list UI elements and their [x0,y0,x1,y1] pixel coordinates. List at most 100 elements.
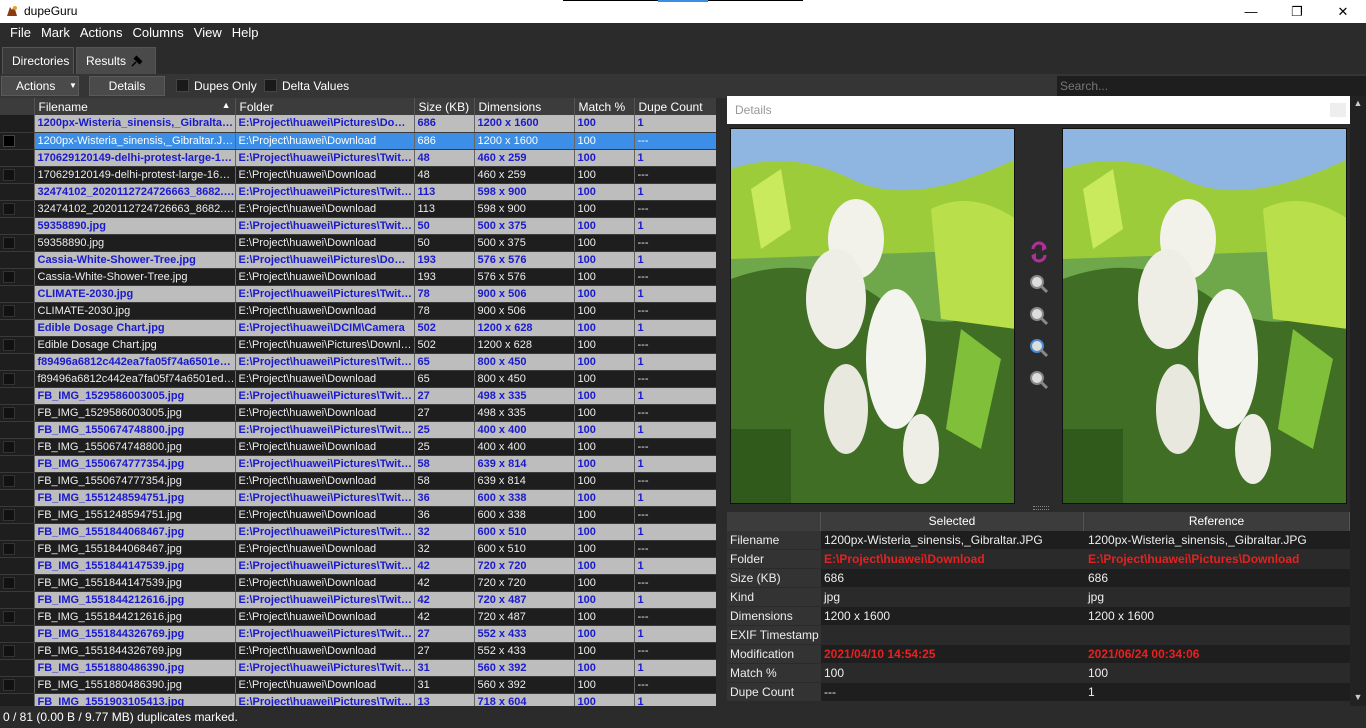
row-mark-checkbox[interactable] [3,542,15,555]
table-row[interactable]: CLIMATE-2030.jpg E:\Project\huawei\Pictur… [0,285,716,303]
row-mark-checkbox[interactable] [3,236,15,249]
cell-dupe-count: 1 [634,353,716,371]
details-button[interactable]: Details [89,76,165,96]
table-row[interactable]: FB_IMG_1551844326769.jpg E:\Project\huawe… [0,642,716,660]
actions-dropdown-button[interactable]: Actions ▼ [1,76,79,96]
column-header-size[interactable]: Size (KB) [414,98,475,115]
column-header-dimensions[interactable]: Dimensions [474,98,575,115]
row-mark-checkbox[interactable] [3,304,15,317]
table-row[interactable]: 170629120149-delhi-protest-large-169.jpg… [0,149,716,167]
minimize-icon[interactable]: — [1228,0,1274,23]
row-mark-checkbox[interactable] [3,270,15,283]
cell-dimensions: 600 x 338 [474,489,575,507]
table-row[interactable]: FB_IMG_1551248594751.jpg E:\Project\huawe… [0,489,716,507]
column-header-filename[interactable]: Filename ▲ [34,98,236,115]
dupes-only-checkbox[interactable] [176,79,189,92]
table-row[interactable]: FB_IMG_1551903105413.jpg E:\Project\huawe… [0,693,716,706]
table-row[interactable]: f89496a6812c442ea7fa05f74a6501ed.jpg E:\P… [0,353,716,371]
cell-filename: FB_IMG_1551880486390.jpg [34,659,236,677]
scroll-down-icon[interactable]: ▼ [1353,692,1363,702]
cell-dimensions: 639 x 814 [474,472,575,490]
row-mark-checkbox[interactable] [3,508,15,521]
row-mark-checkbox[interactable] [3,338,15,351]
cell-folder: E:\Project\huawei\Pictures\Twitter [235,149,415,167]
table-row[interactable]: 59358890.jpg E:\Project\huawei\Download 50… [0,234,716,252]
table-row[interactable]: FB_IMG_1551844068467.jpg E:\Project\huawe… [0,523,716,541]
delta-values-checkbox[interactable] [264,79,277,92]
table-row[interactable]: FB_IMG_1551844147539.jpg E:\Project\huawe… [0,574,716,592]
menu-mark[interactable]: Mark [31,23,70,43]
table-row[interactable]: FB_IMG_1550674777354.jpg E:\Project\huawe… [0,455,716,473]
zoom-in-icon[interactable] [1028,273,1050,295]
table-row[interactable]: CLIMATE-2030.jpg E:\Project\huawei\Downlo… [0,302,716,320]
details-scrollbar[interactable]: ▲ ▼ [1350,96,1366,706]
zoom-best-fit-icon[interactable] [1028,369,1050,391]
table-row[interactable]: FB_IMG_1550674748800.jpg E:\Project\huawe… [0,438,716,456]
cell-match: 100 [574,455,635,473]
table-row[interactable]: 1200px-Wisteria_sinensis,_Gibraltar.JPG E… [0,132,716,150]
details-selected-value: 1200 x 1600 [821,607,1085,626]
cell-match: 100 [574,540,635,558]
results-table[interactable]: Filename ▲ Folder Size (KB) Dimensions Ma… [0,98,716,706]
row-mark-checkbox[interactable] [3,644,15,657]
zoom-normal-icon[interactable] [1028,337,1050,359]
row-mark-checkbox[interactable] [3,440,15,453]
search-input[interactable] [1057,76,1366,96]
table-row[interactable]: FB_IMG_1551880486390.jpg E:\Project\huawe… [0,659,716,677]
row-mark-checkbox[interactable] [3,678,15,691]
menu-file[interactable]: File [0,23,31,43]
table-row[interactable]: FB_IMG_1551844212616.jpg E:\Project\huawe… [0,591,716,609]
row-mark-checkbox[interactable] [3,202,15,215]
cell-match: 100 [574,489,635,507]
details-reference-value: 1200 x 1600 [1085,607,1350,626]
table-row[interactable]: Edible Dosage Chart.jpg E:\Project\huawei… [0,336,716,354]
cell-size: 31 [414,676,475,694]
row-mark-checkbox[interactable] [3,474,15,487]
row-mark-checkbox[interactable] [3,576,15,589]
table-row[interactable]: 59358890.jpg E:\Project\huawei\Pictures\T… [0,217,716,235]
menu-help[interactable]: Help [222,23,259,43]
scroll-up-icon[interactable]: ▲ [1353,98,1363,108]
row-mark-checkbox[interactable] [3,372,15,385]
close-icon[interactable]: ✕ [1320,0,1366,23]
pin-icon[interactable] [130,55,143,68]
row-mark-checkbox[interactable] [3,168,15,181]
table-row[interactable]: FB_IMG_1551880486390.jpg E:\Project\huawe… [0,676,716,694]
cell-match: 100 [574,132,635,150]
column-header-match[interactable]: Match % [574,98,635,115]
table-row[interactable]: FB_IMG_1529586003005.jpg E:\Project\huawe… [0,404,716,422]
zoom-out-icon[interactable] [1028,305,1050,327]
table-row[interactable]: 170629120149-delhi-protest-large-169.jpg… [0,166,716,184]
table-row[interactable]: 32474102_2020112724726663_8682.jpg E:\Pro… [0,183,716,201]
table-row[interactable]: FB_IMG_1551844326769.jpg E:\Project\huawe… [0,625,716,643]
details-close-button[interactable] [1330,103,1346,117]
app-icon [7,6,17,16]
maximize-icon[interactable]: ❐ [1274,0,1320,23]
table-row[interactable]: 1200px-Wisteria_sinensis,_Gibraltar.JPG E… [0,115,716,133]
menu-actions[interactable]: Actions [70,23,123,43]
row-mark-checkbox[interactable] [3,406,15,419]
menu-columns[interactable]: Columns [122,23,183,43]
table-row[interactable]: FB_IMG_1550674748800.jpg E:\Project\huawe… [0,421,716,439]
tab-directories[interactable]: Directories [2,47,74,74]
row-mark-checkbox[interactable] [3,610,15,623]
splitter-handle[interactable] [1033,506,1049,510]
column-header-folder[interactable]: Folder [235,98,415,115]
table-row[interactable]: Cassia-White-Shower-Tree.jpg E:\Project\h… [0,268,716,286]
swap-icon[interactable] [1028,241,1050,263]
table-row[interactable]: f89496a6812c442ea7fa05f74a6501ed.jpg E:\P… [0,370,716,388]
tab-results[interactable]: Results [76,47,156,74]
table-row[interactable]: Cassia-White-Shower-Tree.jpg E:\Project\h… [0,251,716,269]
table-row[interactable]: Edible Dosage Chart.jpg E:\Project\huawei… [0,319,716,337]
row-mark-checkbox[interactable] [3,134,15,147]
table-row[interactable]: FB_IMG_1551844212616.jpg E:\Project\huawe… [0,608,716,626]
table-row[interactable]: FB_IMG_1551844147539.jpg E:\Project\huawe… [0,557,716,575]
table-row[interactable]: 32474102_2020112724726663_8682.jpg E:\Pro… [0,200,716,218]
table-row[interactable]: FB_IMG_1529586003005.jpg E:\Project\huawe… [0,387,716,405]
table-row[interactable]: FB_IMG_1551248594751.jpg E:\Project\huawe… [0,506,716,524]
cell-size: 42 [414,557,475,575]
table-row[interactable]: FB_IMG_1550674777354.jpg E:\Project\huawe… [0,472,716,490]
table-row[interactable]: FB_IMG_1551844068467.jpg E:\Project\huawe… [0,540,716,558]
menu-view[interactable]: View [184,23,222,43]
column-header-dupe-count[interactable]: Dupe Count [634,98,716,115]
